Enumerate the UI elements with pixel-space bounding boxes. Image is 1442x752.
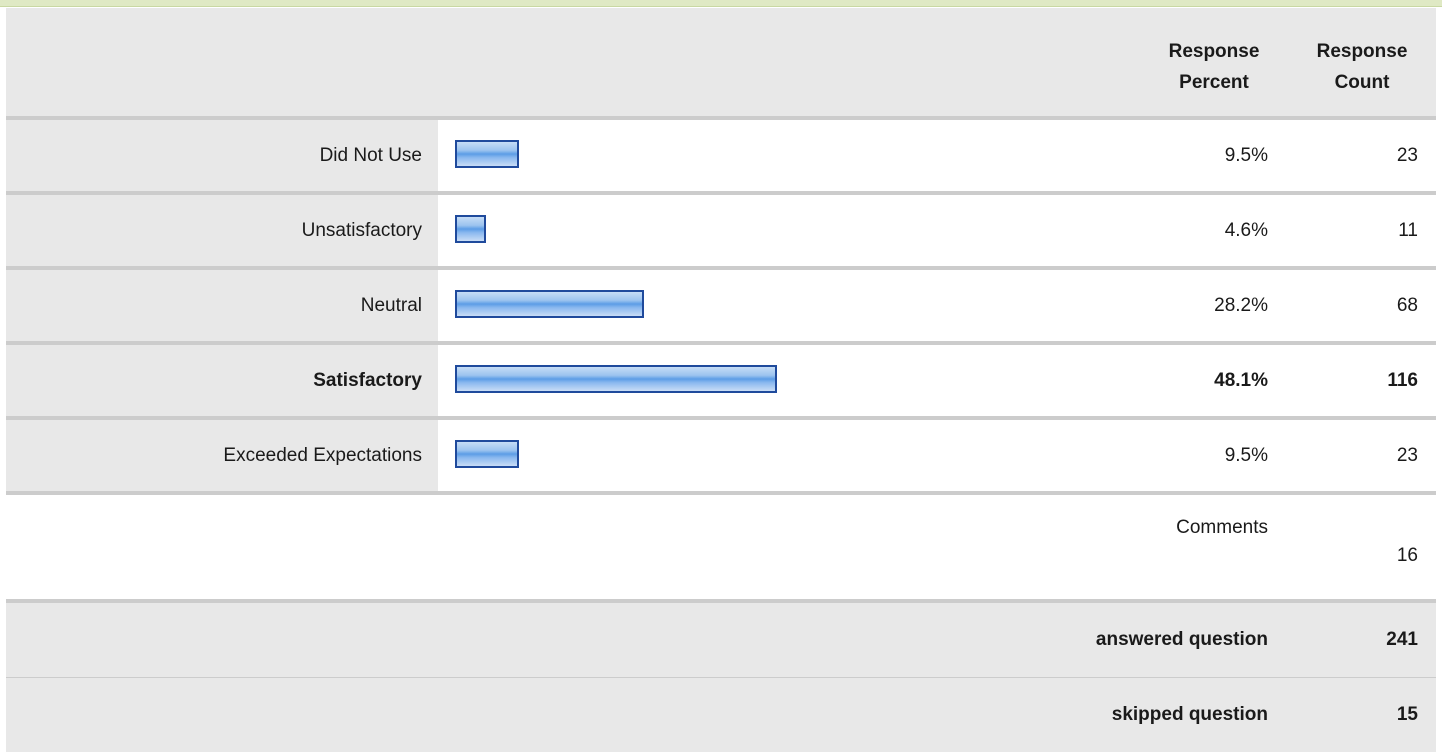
percent-bar: [455, 140, 519, 168]
answered-question-row: answered question 241: [6, 599, 1436, 677]
answered-question-count: 241: [1386, 629, 1418, 650]
response-count: 23: [1396, 445, 1418, 466]
table-row: Exceeded Expectations 9.5% 23: [6, 416, 1436, 491]
top-strip: [0, 0, 1442, 7]
header-response-percent: Response Percent: [1144, 36, 1284, 98]
response-count: 68: [1396, 295, 1418, 316]
header-response-count: Response Count: [1292, 36, 1432, 98]
skipped-question-row: skipped question 15: [6, 677, 1436, 752]
table-row: Unsatisfactory 4.6% 11: [6, 191, 1436, 266]
answered-question-label: answered question: [1095, 629, 1268, 650]
table-row: Did Not Use 9.5% 23: [6, 116, 1436, 191]
answer-label: Neutral: [360, 295, 422, 316]
response-percent: 28.2%: [1214, 295, 1268, 316]
comments-link[interactable]: Comments: [1106, 517, 1268, 539]
response-percent: 4.6%: [1224, 220, 1268, 241]
table-row: Neutral 28.2% 68: [6, 266, 1436, 341]
answer-label: Satisfactory: [313, 370, 422, 391]
response-percent: 9.5%: [1224, 145, 1268, 166]
comments-row: Comments 16: [6, 491, 1436, 599]
percent-bar: [455, 365, 777, 393]
percent-bar: [455, 215, 486, 243]
answer-label: Exceeded Expectations: [223, 445, 422, 466]
table-row: Satisfactory 48.1% 116: [6, 341, 1436, 416]
response-percent: 48.1%: [1214, 370, 1268, 391]
response-percent: 9.5%: [1224, 445, 1268, 466]
header-response-count-line1: Response: [1316, 41, 1408, 62]
header-response-count-line2: Count: [1334, 72, 1390, 93]
table-header: Response Percent Response Count: [6, 8, 1436, 116]
results-table: Response Percent Response Count Did Not …: [6, 8, 1436, 752]
response-count: 11: [1398, 220, 1418, 241]
header-response-percent-line2: Percent: [1179, 72, 1249, 93]
header-response-percent-line1: Response: [1168, 41, 1260, 62]
skipped-question-label: skipped question: [1111, 704, 1268, 725]
skipped-question-count: 15: [1396, 704, 1418, 725]
response-count: 23: [1396, 145, 1418, 166]
percent-bar: [455, 290, 644, 318]
comments-count: 16: [1396, 545, 1418, 566]
response-count: 116: [1387, 370, 1418, 391]
percent-bar: [455, 440, 519, 468]
answer-label: Did Not Use: [319, 145, 422, 166]
answer-label: Unsatisfactory: [301, 220, 422, 241]
